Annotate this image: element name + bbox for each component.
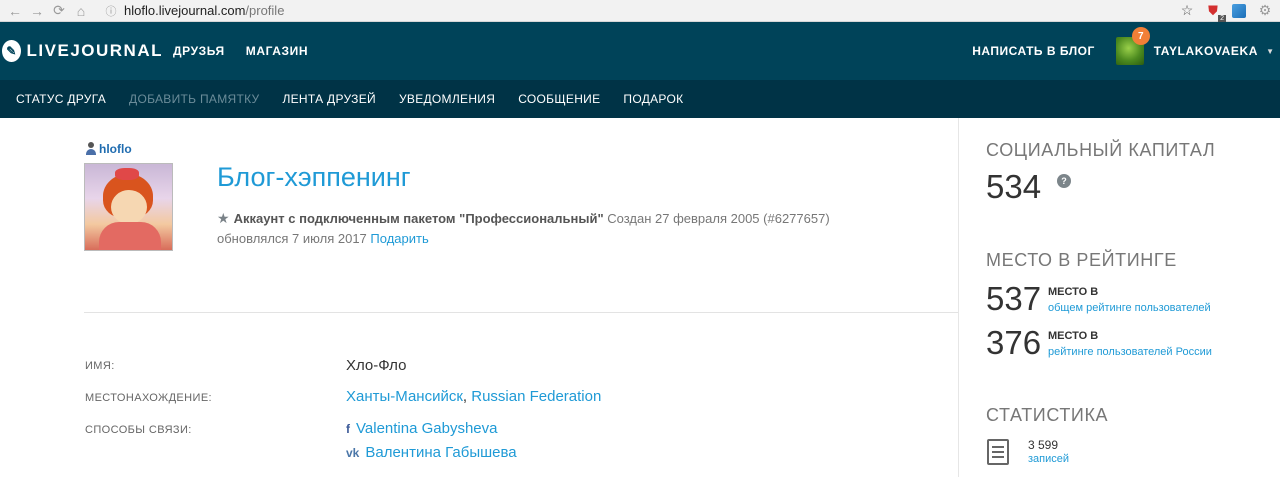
livejournal-logo[interactable]: ✎ LIVEJOURNAL xyxy=(0,40,163,62)
profile-sidebar: СОЦИАЛЬНЫЙ КАПИТАЛ 534 ? МЕСТО В РЕЙТИНГ… xyxy=(958,118,1280,477)
back-icon[interactable]: ← xyxy=(6,2,24,20)
created-date: Создан 27 февраля 2005 (#6277657) xyxy=(607,211,830,226)
url-host: hloflo.livejournal.com xyxy=(124,3,246,18)
contact-vk[interactable]: vk Валентина Габышева xyxy=(346,444,517,461)
social-capital-title: СОЦИАЛЬНЫЙ КАПИТАЛ xyxy=(986,140,1216,160)
top-navigation: ✎ LIVEJOURNAL ДРУЗЬЯ МАГАЗИН НАПИСАТЬ В … xyxy=(0,22,1280,80)
logo-pencil-icon: ✎ xyxy=(2,40,21,62)
bookmark-star-icon[interactable]: ☆ xyxy=(1178,2,1196,20)
facebook-icon: f xyxy=(346,422,350,436)
subnav-friends-feed[interactable]: ЛЕНТА ДРУЗЕЙ xyxy=(282,92,376,106)
updated-info: обновлялся 7 июля 2017 Подарить xyxy=(217,231,429,246)
nav-friends[interactable]: ДРУЗЬЯ xyxy=(173,44,225,58)
help-icon[interactable]: ? xyxy=(1057,174,1071,188)
logo-text: LIVEJOURNAL xyxy=(26,41,163,60)
forward-icon[interactable]: → xyxy=(28,2,46,20)
settings-extension-icon[interactable]: ⚙ xyxy=(1256,2,1274,20)
posts-count: 3 599 xyxy=(1028,438,1059,452)
account-type: Аккаунт с подключенным пакетом "Професси… xyxy=(233,211,604,226)
subnav-gift[interactable]: ПОДАРОК xyxy=(623,92,683,106)
location-country-link[interactable]: Russian Federation xyxy=(471,388,601,405)
rank-russia-value: 376 xyxy=(986,324,1042,361)
user-avatar[interactable]: 7 xyxy=(1115,27,1150,65)
location-label: МЕСТОНАХОЖДЕНИЕ: xyxy=(85,392,213,404)
location-city-link[interactable]: Ханты-Мансийск xyxy=(346,388,463,405)
subnav-add-note[interactable]: ДОБАВИТЬ ПАМЯТКУ xyxy=(129,92,259,106)
current-username[interactable]: TAYLAKOVAEKA xyxy=(1154,44,1258,58)
rating-title: МЕСТО В РЕЙТИНГЕ xyxy=(986,250,1177,270)
address-bar[interactable]: ⓘ hloflo.livejournal.com/profile xyxy=(98,2,1170,20)
rank-russia-link[interactable]: рейтинге пользователей России xyxy=(1048,346,1212,358)
main-content: hloflo Блог-хэппенинг ★ Аккаунт с подключ… xyxy=(0,118,1280,477)
rank-russia-label: МЕСТО В xyxy=(1048,330,1099,342)
extension-badge: 2 xyxy=(1218,14,1226,22)
chevron-down-icon[interactable]: ▼ xyxy=(1266,47,1274,56)
location-value: Ханты-Мансийск, Russian Federation xyxy=(346,388,602,405)
home-icon[interactable]: ⌂ xyxy=(72,2,90,20)
social-capital-value: 534 xyxy=(986,168,1042,205)
profile-username: hloflo xyxy=(99,142,132,156)
facebook-link[interactable]: Valentina Gabysheva xyxy=(356,420,497,437)
notification-badge: 7 xyxy=(1131,27,1150,45)
blog-title[interactable]: Блог-хэппенинг xyxy=(217,162,411,193)
url-path: /profile xyxy=(245,3,285,18)
rank-overall-label: МЕСТО В xyxy=(1048,286,1099,298)
contact-facebook[interactable]: f Valentina Gabysheva xyxy=(346,420,497,437)
shield-extension-icon[interactable]: ⛊ 2 xyxy=(1204,2,1226,22)
stats-title: СТАТИСТИКА xyxy=(986,405,1109,425)
write-post-link[interactable]: НАПИСАТЬ В БЛОГ xyxy=(972,44,1095,58)
gift-link[interactable]: Подарить xyxy=(370,231,428,246)
posts-link[interactable]: записей xyxy=(1028,453,1069,465)
posts-icon xyxy=(987,439,1009,465)
profile-subnav: СТАТУС ДРУГА ДОБАВИТЬ ПАМЯТКУ ЛЕНТА ДРУЗ… xyxy=(0,80,1280,118)
rank-overall-value: 537 xyxy=(986,280,1042,317)
blue-extension-icon[interactable] xyxy=(1230,2,1248,20)
name-value: Хло-Фло xyxy=(346,357,407,374)
profile-main: hloflo Блог-хэппенинг ★ Аккаунт с подключ… xyxy=(0,118,958,477)
subnav-message[interactable]: СООБЩЕНИЕ xyxy=(518,92,600,106)
subnav-friend-status[interactable]: СТАТУС ДРУГА xyxy=(16,92,106,106)
updated-date: обновлялся 7 июля 2017 xyxy=(217,231,367,246)
divider xyxy=(84,312,958,313)
vk-link[interactable]: Валентина Габышева xyxy=(365,444,516,461)
reload-icon[interactable]: ⟳ xyxy=(50,2,68,20)
nav-shop[interactable]: МАГАЗИН xyxy=(246,44,308,58)
subnav-notifications[interactable]: УВЕДОМЛЕНИЯ xyxy=(399,92,495,106)
user-icon xyxy=(85,142,97,156)
contacts-label: СПОСОБЫ СВЯЗИ: xyxy=(85,424,192,436)
page-info-icon[interactable]: ⓘ xyxy=(102,2,120,20)
name-label: ИМЯ: xyxy=(85,360,115,372)
profile-userhead[interactable]: hloflo xyxy=(85,142,132,156)
star-icon: ★ xyxy=(217,210,230,226)
rank-overall-link[interactable]: общем рейтинге пользователей xyxy=(1048,302,1211,314)
userpic xyxy=(84,163,173,251)
account-info: ★ Аккаунт с подключенным пакетом "Професс… xyxy=(217,210,830,227)
vk-icon: vk xyxy=(346,446,360,460)
browser-toolbar: ← → ⟳ ⌂ ⓘ hloflo.livejournal.com/profile… xyxy=(0,0,1280,22)
